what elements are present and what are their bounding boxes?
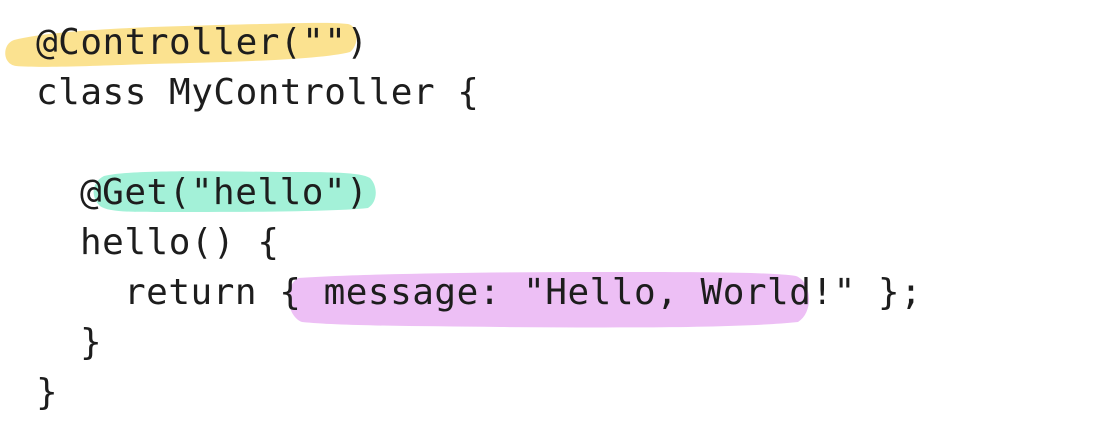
code-line-class-close: } [36, 372, 59, 413]
code-block: @Controller("") class MyController { @Get(… [36, 18, 922, 418]
code-line-decorator-controller: @Controller("") [36, 22, 369, 63]
code-line-method-signature: hello() { [80, 222, 280, 263]
code-line-return-statement: return { message: "Hello, World!" }; [124, 272, 923, 313]
code-line-method-close: } [80, 322, 103, 363]
code-snippet-canvas: @Controller("") class MyController { @Get(… [0, 0, 1098, 440]
code-line-class-declaration: class MyController { [36, 72, 480, 113]
code-line-decorator-get: @Get("hello") [80, 172, 369, 213]
